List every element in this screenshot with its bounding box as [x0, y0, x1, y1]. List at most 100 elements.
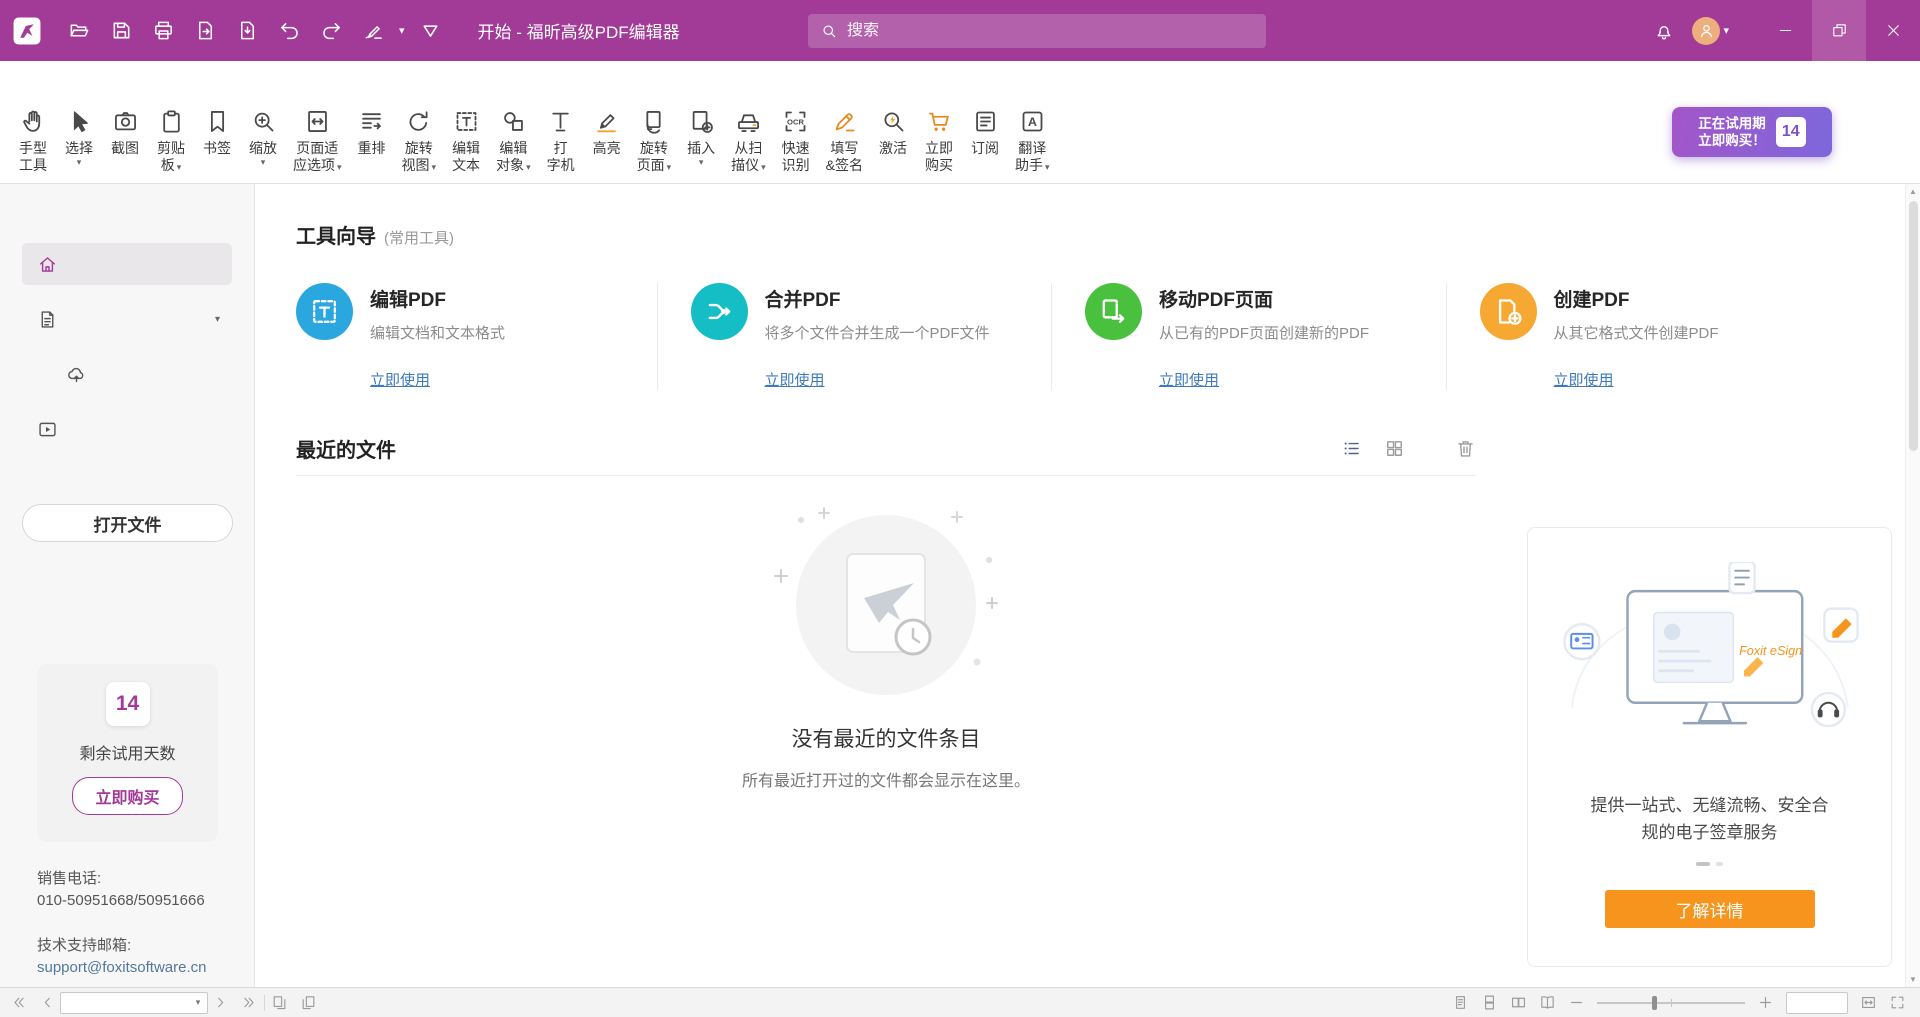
use-now-link[interactable]: 立即使用 — [1159, 369, 1219, 390]
ribbon-tool-bookmark[interactable]: 书签 — [194, 103, 240, 178]
ribbon-tool-translate-assistant[interactable]: A翻译助手▾ — [1008, 103, 1057, 178]
print-icon[interactable] — [144, 12, 182, 50]
fullscreen-icon[interactable] — [1889, 994, 1906, 1011]
content-scrollbar[interactable]: ▲ ▼ — [1905, 184, 1920, 987]
zoom-slider-thumb[interactable] — [1652, 996, 1657, 1010]
carousel-dot-active[interactable] — [1696, 862, 1710, 866]
undo-icon[interactable] — [270, 12, 308, 50]
account-caret-icon[interactable]: ▾ — [1723, 12, 1729, 50]
search-box[interactable] — [808, 14, 1266, 48]
carousel-dot[interactable] — [1716, 862, 1723, 866]
scroll-down-icon[interactable]: ▼ — [1909, 972, 1917, 987]
ribbon-tool-fill-sign[interactable]: 填写&签名 — [819, 103, 870, 178]
fit-width-icon[interactable] — [1860, 994, 1877, 1011]
dropdown-caret-icon: ▾ — [177, 162, 182, 172]
ribbon-tool-page-fit-options[interactable]: 页面适应选项▾ — [286, 103, 349, 178]
view-single-icon[interactable] — [1452, 994, 1469, 1011]
sidebar-item-video-tutorial[interactable] — [22, 408, 232, 450]
ribbon-tool-typewriter[interactable]: 打字机 — [538, 103, 584, 178]
support-email[interactable]: support@foxitsoftware.cn — [37, 957, 206, 979]
learn-more-button[interactable]: 了解详情 — [1605, 890, 1815, 928]
esign-promo-panel: Foxit eSign 提供一站式、无缝流畅、安全合 规的电子签章服务 — [1527, 527, 1892, 967]
folder-open-icon[interactable] — [60, 12, 98, 50]
ribbon-tool-insert[interactable]: 插入▾ — [678, 103, 724, 178]
use-now-link[interactable]: 立即使用 — [1554, 369, 1614, 390]
ribbon-tool-hand-tool[interactable]: 手型工具 — [10, 103, 56, 178]
ribbon-tool-buy-now[interactable]: 立即购买 — [916, 103, 962, 178]
export-doc-icon[interactable] — [186, 12, 224, 50]
tool-card-edit-pdf[interactable]: 编辑PDF 编辑文档和文本格式 立即使用 — [296, 283, 657, 390]
ribbon-tool-clipboard[interactable]: 剪贴板▾ — [148, 103, 194, 178]
save-icon[interactable] — [102, 12, 140, 50]
view-continuous-icon[interactable] — [1481, 994, 1498, 1011]
restore-button[interactable] — [1812, 0, 1866, 61]
minimize-button[interactable] — [1758, 0, 1812, 61]
tools-guide-title: 工具向导 — [296, 220, 376, 249]
page-number-input[interactable] — [61, 995, 189, 1010]
redo-icon[interactable] — [312, 12, 350, 50]
ribbon-tool-select[interactable]: 选择▾ — [56, 103, 102, 178]
nav-last-icon[interactable] — [241, 994, 258, 1011]
nav-first-icon[interactable] — [10, 994, 27, 1011]
ribbon-tool-edit-text[interactable]: 编辑文本 — [443, 103, 489, 178]
sidebar-item-shared-files[interactable] — [22, 353, 232, 395]
sidebar-item-cloud-docs[interactable]: ▾ — [22, 298, 232, 340]
foxit-logo-icon[interactable] — [10, 14, 44, 48]
open-file-button[interactable]: 打开文件 — [22, 504, 233, 542]
tool-card-move-pdf-pages[interactable]: 移动PDF页面 从已有的PDF页面创建新的PDF 立即使用 — [1051, 283, 1446, 390]
tool-card-title: 合并PDF — [765, 285, 990, 312]
view-facing-icon[interactable] — [1510, 994, 1527, 1011]
user-avatar[interactable] — [1692, 17, 1720, 45]
ribbon-tool-subscribe[interactable]: 订阅 — [962, 103, 1008, 178]
ribbon-tool-edit-object[interactable]: 编辑对象▾ — [489, 103, 538, 178]
tool-card-merge-pdf[interactable]: 合并PDF 将多个文件合并生成一个PDF文件 立即使用 — [657, 283, 1052, 390]
close-button[interactable] — [1866, 0, 1920, 61]
notifications-bell-icon[interactable] — [1644, 11, 1684, 51]
trial-badge[interactable]: 正在试用期 立即购买！ 14 — [1672, 107, 1832, 157]
dropdown-caret-icon: ▾ — [337, 162, 342, 172]
ribbon-tool-snapshot[interactable]: 截图 — [102, 103, 148, 178]
collapse-ribbon-icon[interactable] — [412, 12, 450, 50]
ribbon-tool-rotate-view[interactable]: 旋转视图▾ — [395, 103, 444, 178]
nav-prev-icon[interactable] — [39, 994, 56, 1011]
scrollbar-thumb[interactable] — [1909, 201, 1918, 451]
buy-now-button[interactable]: 立即购买 — [72, 777, 182, 815]
signature-caret-icon[interactable]: ▾ — [399, 12, 405, 50]
zoom-level-input[interactable] — [1787, 993, 1847, 1013]
ribbon-tool-activate[interactable]: 激活 — [870, 103, 916, 178]
zoom-icon — [250, 108, 277, 135]
ribbon-tool-rotate-pages[interactable]: 旋转页面▾ — [630, 103, 679, 178]
page-number-box[interactable]: ▾ — [60, 992, 208, 1014]
rotate-view-icon — [405, 108, 432, 135]
scroll-up-icon[interactable]: ▲ — [1909, 184, 1917, 199]
search-input[interactable] — [847, 22, 1254, 40]
tool-card-create-pdf[interactable]: 创建PDF 从其它格式文件创建PDF 立即使用 — [1446, 283, 1841, 390]
signature-icon[interactable] — [354, 12, 392, 50]
edit-text-icon — [453, 108, 480, 135]
page-box-caret-icon[interactable]: ▾ — [189, 997, 207, 1008]
zoom-level-box[interactable] — [1786, 992, 1848, 1014]
zoom-out-icon[interactable] — [1568, 994, 1585, 1011]
ribbon-tool-quick-ocr[interactable]: OCR快速识别 — [773, 103, 819, 178]
window-controls — [1758, 0, 1920, 61]
clear-recent-trash-icon[interactable] — [1455, 438, 1476, 459]
hand-icon — [20, 108, 47, 135]
zoom-slider[interactable] — [1597, 995, 1745, 1011]
nav-next-icon[interactable] — [212, 994, 229, 1011]
ribbon-tool-zoom[interactable]: 缩放▾ — [240, 103, 286, 178]
recent-empty-state: 没有最近的文件条目 所有最近打开过的文件都会显示在这里。 — [296, 502, 1476, 791]
view-book-icon[interactable] — [1539, 994, 1556, 1011]
prev-view-icon[interactable] — [271, 994, 288, 1011]
zoom-in-icon[interactable] — [1757, 994, 1774, 1011]
ribbon-tool-reflow[interactable]: 重排 — [349, 103, 395, 178]
sidebar-item-home[interactable] — [22, 243, 232, 285]
use-now-link[interactable]: 立即使用 — [765, 369, 825, 390]
use-now-link[interactable]: 立即使用 — [370, 369, 430, 390]
ribbon-tool-from-scanner[interactable]: 从扫描仪▾ — [724, 103, 773, 178]
expand-caret-icon[interactable]: ▾ — [215, 314, 220, 325]
next-view-icon[interactable] — [300, 994, 317, 1011]
list-view-icon[interactable] — [1341, 438, 1362, 459]
import-doc-icon[interactable] — [228, 12, 266, 50]
grid-view-icon[interactable] — [1384, 438, 1405, 459]
ribbon-tool-highlight[interactable]: 高亮 — [584, 103, 630, 178]
